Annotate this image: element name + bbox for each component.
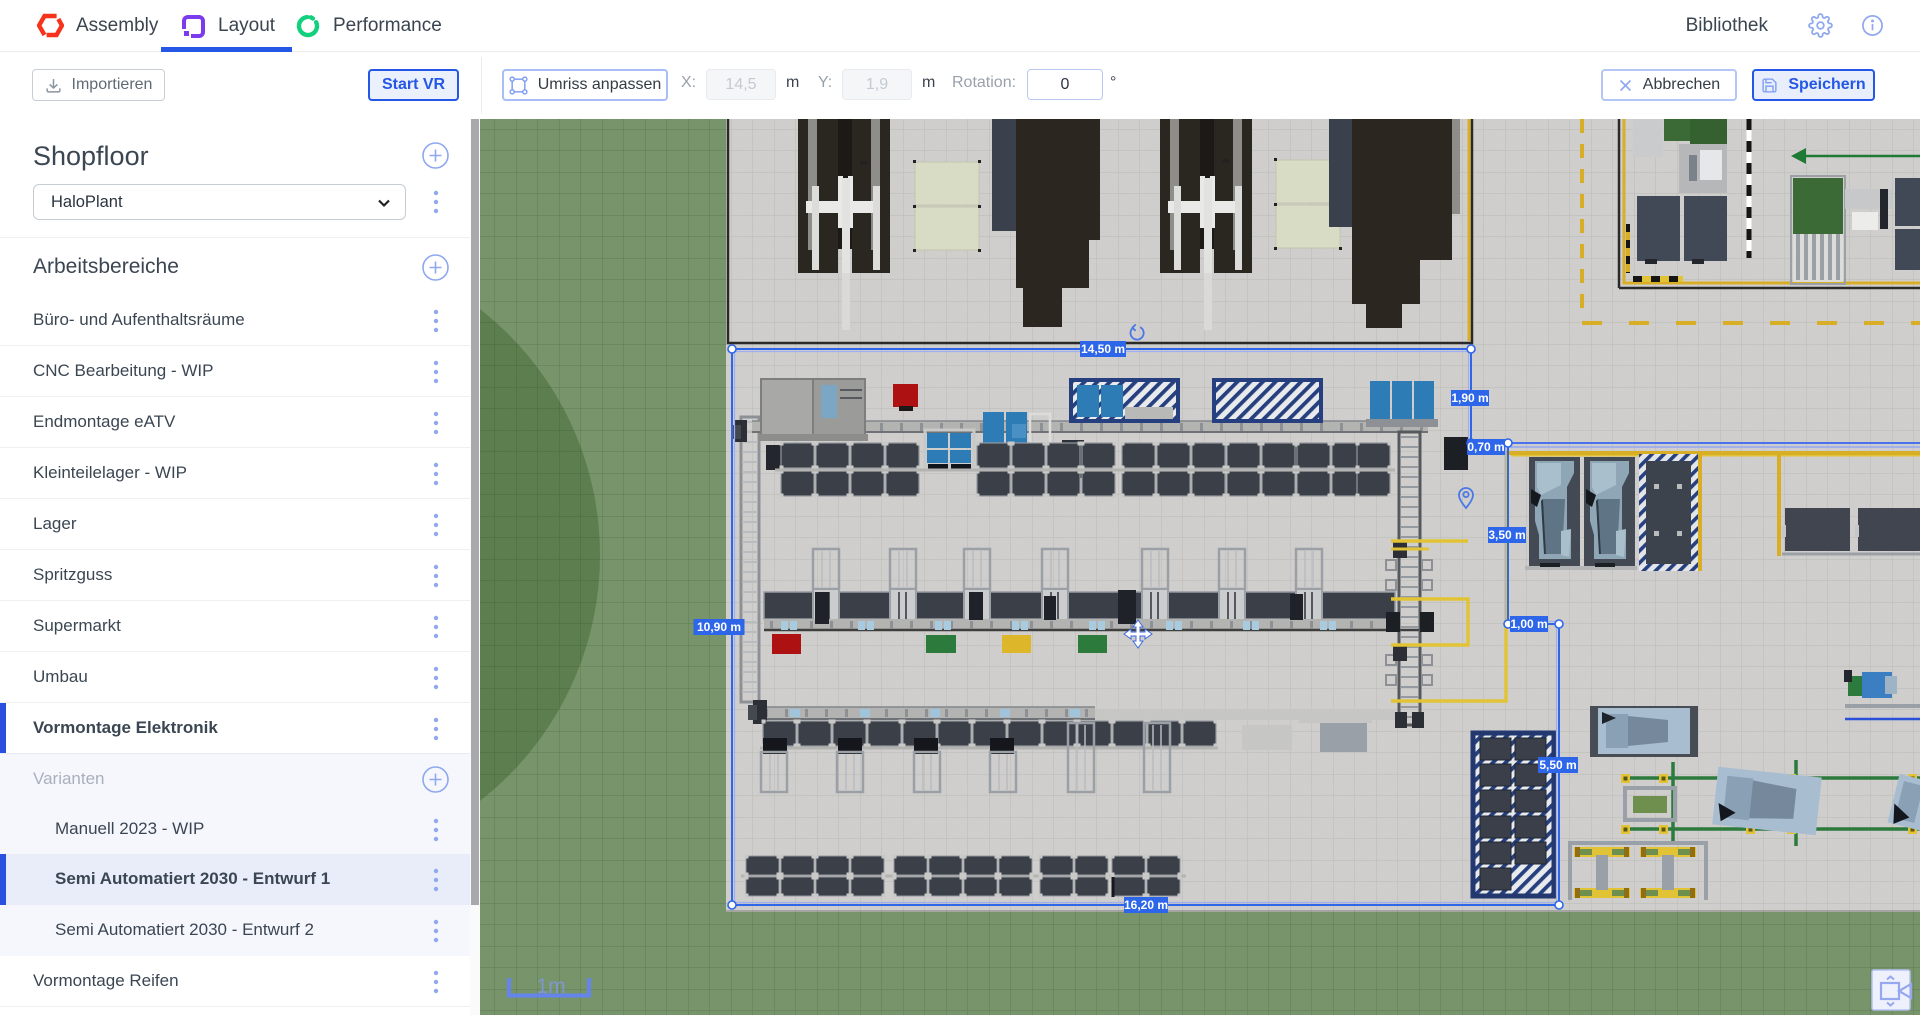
svg-text:3,50 m: 3,50 m (1488, 528, 1525, 542)
svg-text:10,90 m: 10,90 m (697, 620, 741, 634)
svg-text:5,50 m: 5,50 m (1539, 758, 1576, 772)
svg-text:1,90 m: 1,90 m (1451, 391, 1488, 405)
svg-text:0,70 m: 0,70 m (1467, 440, 1504, 454)
svg-text:1,00 m: 1,00 m (1510, 617, 1547, 631)
svg-text:16,20 m: 16,20 m (1124, 898, 1168, 912)
svg-text:14,50 m: 14,50 m (1081, 342, 1125, 356)
svg-text:1m: 1m (536, 975, 565, 998)
